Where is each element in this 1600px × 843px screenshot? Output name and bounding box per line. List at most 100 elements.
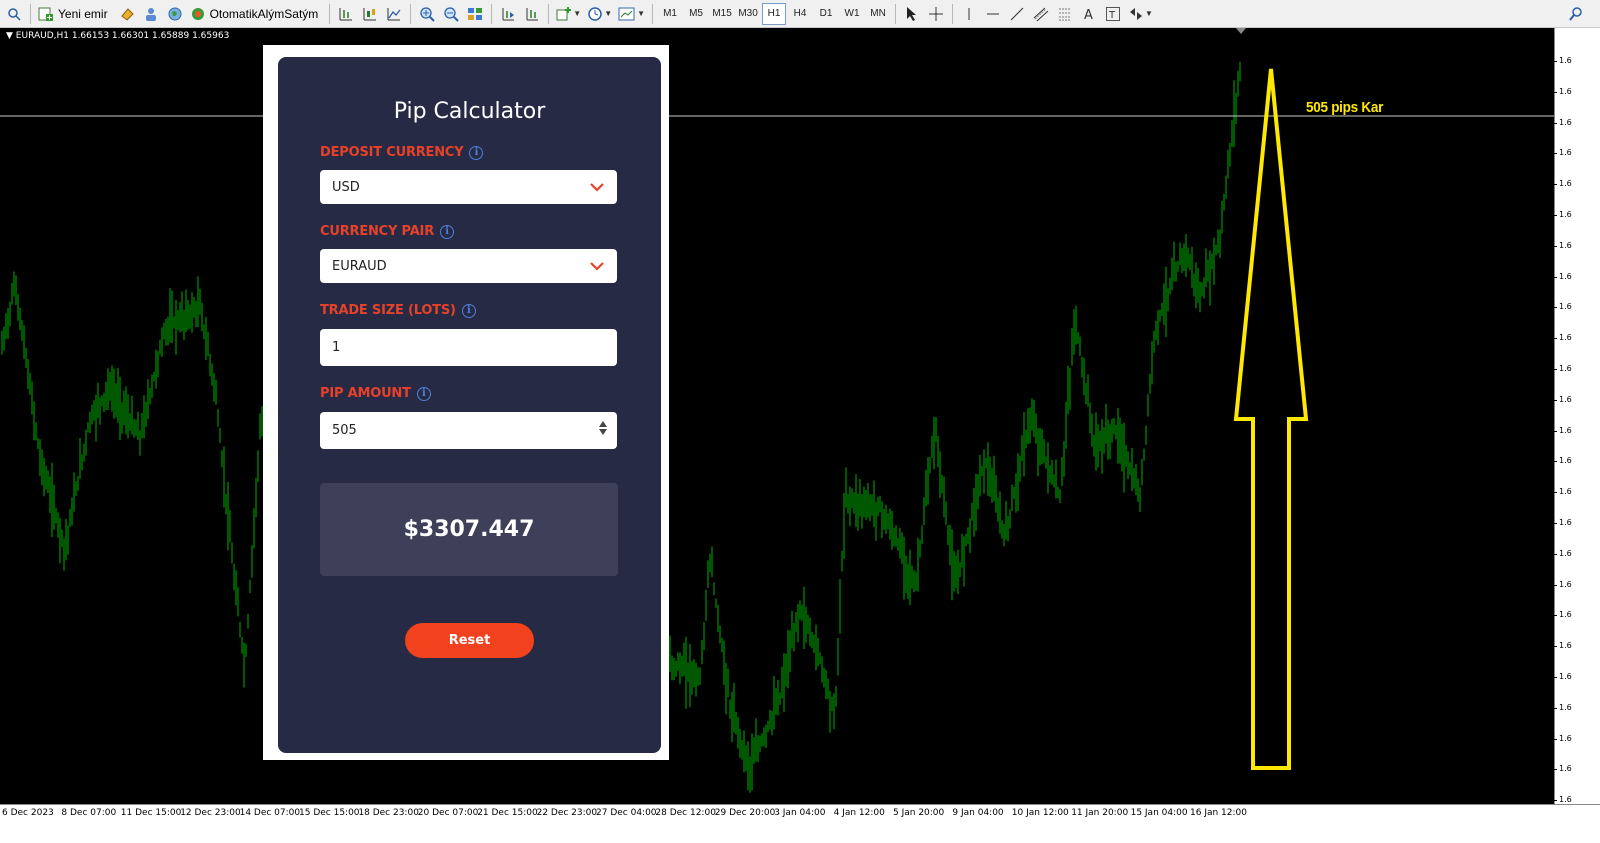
fibonacci-icon[interactable]: [1054, 3, 1076, 25]
spinner-down-icon[interactable]: [599, 429, 607, 435]
toolbar-separator: [548, 3, 550, 24]
time-label: 8 Dec 07:00: [61, 808, 117, 818]
line-chart-icon[interactable]: [383, 3, 405, 25]
tile-windows-icon[interactable]: [464, 3, 486, 25]
timeframe-m5-button[interactable]: M5: [684, 3, 708, 25]
info-icon[interactable]: i: [461, 303, 476, 318]
price-label: 1.6: [1554, 764, 1572, 774]
bar-chart-icon[interactable]: [335, 3, 357, 25]
time-label: 12 Dec 23:00: [180, 808, 241, 818]
trade-size-value: 1: [332, 340, 341, 355]
up-arrow-drawing[interactable]: [1233, 68, 1309, 770]
templates-icon[interactable]: ▼: [616, 3, 647, 25]
toolbar-separator: [30, 3, 31, 24]
zoom-icon[interactable]: [3, 3, 25, 25]
currency-pair-select[interactable]: EURAUD: [320, 249, 617, 283]
toolbar-separator: [491, 3, 493, 24]
time-label: 27 Dec 04:00: [596, 808, 657, 818]
candlestick-icon[interactable]: [359, 3, 381, 25]
horizontal-line-icon[interactable]: [982, 3, 1004, 25]
info-icon[interactable]: i: [469, 145, 484, 160]
time-label: 29 Dec 20:00: [714, 808, 776, 818]
symbol-info: ▼ EURAUD,H1 1.66153 1.66301 1.65889 1.65…: [6, 31, 229, 41]
timeframe-bar: M1 M5 M15 M30 H1 H4 D1 W1 MN: [657, 2, 891, 25]
timeframe-h4-button[interactable]: H4: [788, 3, 812, 25]
pip-amount-input[interactable]: 505: [320, 412, 617, 449]
new-order-button[interactable]: Yeni emir: [36, 3, 114, 25]
chevron-down-icon: ▼: [1145, 9, 1153, 18]
chevron-down-icon: ▼: [604, 9, 613, 18]
price-label: 1.6: [1554, 702, 1572, 712]
price-label: 1.6: [1554, 795, 1572, 805]
price-label: 1.6: [1554, 456, 1572, 466]
search-icon[interactable]: [1565, 3, 1587, 25]
price-label: 1.6: [1554, 672, 1572, 681]
result-display: $3307.447: [320, 483, 618, 576]
indicators-icon[interactable]: ▼: [554, 3, 583, 25]
toolbar-separator: [895, 3, 897, 24]
chart-shift-icon[interactable]: [497, 3, 519, 25]
deposit-currency-select[interactable]: USD: [320, 170, 617, 204]
time-label: 20 Dec 07:00: [417, 808, 479, 818]
arrows-icon[interactable]: ▼: [1126, 3, 1155, 25]
toolbar-separator: [329, 3, 331, 24]
zoom-in-icon[interactable]: [416, 3, 438, 25]
chart-menu-caret-icon[interactable]: ▼: [6, 31, 16, 41]
timeframe-mn-button[interactable]: MN: [866, 3, 890, 25]
text-tool-icon[interactable]: A: [1078, 3, 1100, 25]
people-icon[interactable]: [140, 3, 162, 25]
time-label: 11 Jan 20:00: [1071, 808, 1129, 818]
info-icon[interactable]: i: [416, 386, 431, 401]
trade-size-label: TRADE SIZE (LOTS) i: [320, 303, 476, 318]
symbol-info-text: EURAUD,H1 1.66153 1.66301 1.65889 1.6596…: [15, 31, 230, 41]
currency-pair-label-text: CURRENCY PAIR: [320, 224, 435, 239]
timeframe-m1-button[interactable]: M1: [658, 3, 682, 25]
time-label: 6 Dec 2023: [2, 808, 54, 818]
timeframe-d1-button[interactable]: D1: [814, 3, 838, 25]
vertical-line-icon[interactable]: [958, 3, 980, 25]
zoom-out-icon[interactable]: [440, 3, 462, 25]
trendline-icon[interactable]: [1006, 3, 1028, 25]
eraser-icon[interactable]: [116, 3, 138, 25]
currency-pair-value: EURAUD: [332, 258, 387, 274]
chevron-down-icon: ▼: [637, 9, 646, 18]
trade-size-input[interactable]: 1: [320, 329, 617, 366]
trade-size-label-text: TRADE SIZE (LOTS): [320, 303, 456, 318]
price-label: 1.6: [1554, 148, 1572, 158]
new-order-icon: [38, 7, 53, 21]
price-label: 1.6: [1554, 548, 1572, 558]
timeframe-h1-button[interactable]: H1: [762, 2, 787, 25]
pip-amount-label: PIP AMOUNT i: [320, 386, 431, 401]
auto-trading-button[interactable]: OtomatikAlýmSatým: [188, 3, 325, 25]
spinner-up-icon[interactable]: [599, 421, 607, 427]
cursor-arrow-icon[interactable]: [901, 3, 923, 25]
time-label: 11 Dec 15:00: [120, 808, 182, 818]
text-label-icon[interactable]: T: [1102, 3, 1124, 25]
price-label: 1.6: [1554, 641, 1572, 651]
shift-marker-icon[interactable]: [1236, 28, 1246, 34]
reset-button-label: Reset: [448, 633, 491, 648]
number-spinner[interactable]: [599, 421, 607, 435]
price-label: 1.6: [1554, 240, 1572, 250]
reset-button[interactable]: Reset: [405, 623, 534, 658]
timeframe-w1-button[interactable]: W1: [840, 3, 864, 25]
svg-text:T: T: [1108, 10, 1116, 21]
info-icon[interactable]: i: [440, 224, 455, 239]
channel-icon[interactable]: [1030, 3, 1052, 25]
time-label: 5 Jan 20:00: [893, 808, 945, 818]
time-label: 15 Dec 15:00: [299, 808, 360, 818]
price-chart[interactable]: ▼ EURAUD,H1 1.66153 1.66301 1.65889 1.65…: [0, 28, 1554, 804]
timeframe-m30-button[interactable]: M30: [736, 3, 760, 25]
periods-clock-icon[interactable]: ▼: [585, 3, 614, 25]
auto-scroll-icon[interactable]: [521, 3, 543, 25]
chevron-down-icon: [590, 262, 604, 271]
toolbar-separator: [652, 3, 654, 24]
price-label: 1.6: [1554, 86, 1572, 96]
price-label: 1.6: [1554, 117, 1572, 127]
crosshair-icon[interactable]: [925, 3, 947, 25]
globe-icon[interactable]: [164, 3, 186, 25]
deposit-currency-label: DEPOSIT CURRENCY i: [320, 145, 484, 160]
price-label: 1.6: [1554, 302, 1572, 312]
price-label: 1.6: [1554, 333, 1572, 343]
timeframe-m15-button[interactable]: M15: [710, 3, 734, 25]
